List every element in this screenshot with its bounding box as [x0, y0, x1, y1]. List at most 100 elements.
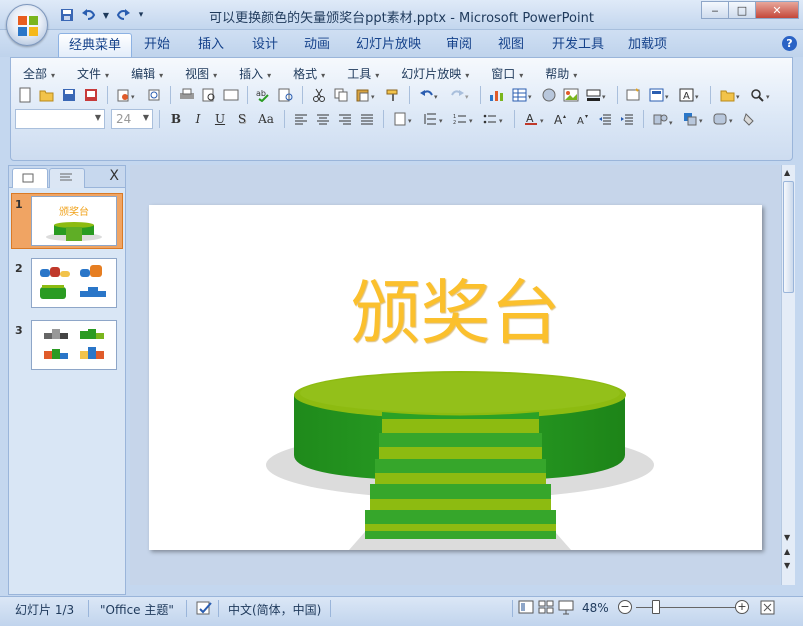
slide-thumbnail-2[interactable]: [31, 258, 117, 308]
open-icon[interactable]: [37, 85, 57, 105]
preview-icon[interactable]: [199, 85, 219, 105]
bold-button[interactable]: B: [166, 112, 186, 126]
normal-view-icon[interactable]: [518, 600, 534, 616]
grow-font-icon[interactable]: A ▴: [551, 109, 571, 129]
font-name-combo[interactable]: ▼: [15, 109, 105, 129]
tab-insert[interactable]: 插入: [188, 33, 234, 57]
chart-icon[interactable]: [487, 85, 507, 105]
zoom-in-icon[interactable]: +: [735, 600, 749, 614]
layout-icon[interactable]: [221, 85, 241, 105]
underline-button[interactable]: U: [210, 112, 230, 126]
scroll-down-icon[interactable]: ▼: [784, 533, 790, 542]
slide-thumbnail-1[interactable]: 颁奖台: [31, 196, 117, 246]
justify-icon[interactable]: [357, 109, 377, 129]
new-slide-icon[interactable]: [624, 85, 644, 105]
align-right-icon[interactable]: [335, 109, 355, 129]
office-button[interactable]: [6, 4, 48, 46]
tab-classic-menu[interactable]: 经典菜单: [58, 33, 133, 57]
menu-tools[interactable]: 工具 ▾: [339, 63, 387, 84]
cut-icon[interactable]: [309, 85, 329, 105]
previous-slide-icon[interactable]: ▲: [784, 547, 790, 556]
theme-name[interactable]: "Office 主题": [100, 601, 174, 618]
paste-icon[interactable]: ▾: [353, 85, 381, 105]
change-case-button[interactable]: Aa: [254, 112, 278, 126]
open-folder-icon[interactable]: ▾: [717, 85, 745, 105]
shrink-font-icon[interactable]: A ▾: [573, 109, 593, 129]
attach-icon[interactable]: [144, 85, 164, 105]
tab-view[interactable]: 视图: [488, 33, 534, 57]
menu-file[interactable]: 文件 ▾: [69, 63, 117, 84]
menu-all[interactable]: 全部 ▾: [15, 63, 63, 84]
scrollbar-thumb[interactable]: [783, 181, 794, 293]
textbox-icon[interactable]: A ▾: [676, 85, 704, 105]
arrange-icon[interactable]: ▾: [680, 109, 708, 129]
menu-slideshow[interactable]: 幻灯片放映 ▾: [393, 63, 477, 84]
align-center-icon[interactable]: [313, 109, 333, 129]
menu-help[interactable]: 帮助 ▾: [537, 63, 585, 84]
format-painter-icon[interactable]: [383, 85, 403, 105]
line-spacing-icon[interactable]: ▾: [420, 109, 448, 129]
font-color-icon[interactable]: A ▾: [521, 109, 549, 129]
table-icon[interactable]: ▾: [509, 85, 537, 105]
zoom-out-icon[interactable]: −: [618, 600, 632, 614]
zoom-level[interactable]: 48%: [582, 601, 609, 615]
redo-toolbar-icon[interactable]: ▾: [446, 85, 474, 105]
tab-review[interactable]: 审阅: [436, 33, 482, 57]
menu-view[interactable]: 视图 ▾: [177, 63, 225, 84]
tab-animation[interactable]: 动画: [294, 33, 340, 57]
fill-color-icon[interactable]: ▾: [583, 85, 611, 105]
menu-edit[interactable]: 编辑 ▾: [123, 63, 171, 84]
menu-format[interactable]: 格式 ▾: [285, 63, 333, 84]
text-direction-icon[interactable]: ▾: [390, 109, 418, 129]
clipart-icon[interactable]: [539, 85, 559, 105]
slide-sorter-icon[interactable]: [538, 600, 554, 616]
slide-layout-icon[interactable]: ▾: [646, 85, 674, 105]
undo-toolbar-icon[interactable]: ▾: [416, 85, 444, 105]
vertical-scrollbar[interactable]: ▲ ▼ ▲ ▼: [781, 165, 795, 585]
bullets-icon[interactable]: ▾: [480, 109, 508, 129]
quick-styles-icon[interactable]: ▾: [710, 109, 738, 129]
decrease-indent-icon[interactable]: [595, 109, 615, 129]
font-size-combo[interactable]: 24 ▼: [111, 109, 153, 129]
slide-canvas[interactable]: 颁奖台: [149, 205, 762, 550]
tab-addins[interactable]: 加载项: [618, 33, 677, 57]
new-icon[interactable]: [15, 85, 35, 105]
print-icon[interactable]: [177, 85, 197, 105]
slide-thumbnail-3[interactable]: [31, 320, 117, 370]
minimize-button[interactable]: ‒: [701, 1, 729, 19]
shapes-icon[interactable]: ▾: [650, 109, 678, 129]
tab-developer[interactable]: 开发工具: [542, 33, 614, 57]
tab-design[interactable]: 设计: [242, 33, 288, 57]
help-icon[interactable]: ?: [782, 36, 797, 51]
maximize-button[interactable]: □: [728, 1, 756, 19]
spelling-icon[interactable]: ab: [254, 85, 274, 105]
align-left-icon[interactable]: [291, 109, 311, 129]
tab-slideshow[interactable]: 幻灯片放映: [346, 33, 431, 57]
menu-insert[interactable]: 插入 ▾: [231, 63, 279, 84]
copy-icon[interactable]: [331, 85, 351, 105]
find-icon[interactable]: ▾: [747, 85, 775, 105]
next-slide-icon[interactable]: ▼: [784, 561, 790, 570]
close-panel-icon[interactable]: X: [109, 168, 119, 184]
scroll-up-icon[interactable]: ▲: [784, 168, 790, 177]
language-indicator[interactable]: 中文(简体，中国): [228, 601, 321, 618]
numbering-icon[interactable]: 1 2 ▾: [450, 109, 478, 129]
shadow-button[interactable]: S: [232, 112, 252, 126]
spell-check-icon[interactable]: [196, 601, 214, 617]
picture-icon[interactable]: [561, 85, 581, 105]
print-preview-icon[interactable]: ▾: [114, 85, 142, 105]
close-button[interactable]: ✕: [755, 1, 799, 19]
increase-indent-icon[interactable]: [617, 109, 637, 129]
podium-graphic[interactable]: [149, 205, 762, 550]
fit-to-window-icon[interactable]: [760, 600, 776, 616]
permission-icon[interactable]: [81, 85, 101, 105]
menu-window[interactable]: 窗口 ▾: [483, 63, 531, 84]
research-icon[interactable]: [276, 85, 296, 105]
zoom-slider-knob[interactable]: [652, 600, 660, 614]
save-toolbar-icon[interactable]: [59, 85, 79, 105]
shape-fill-icon[interactable]: [740, 109, 760, 129]
slideshow-view-icon[interactable]: [558, 600, 574, 616]
slides-tab[interactable]: [12, 168, 48, 188]
tab-home[interactable]: 开始: [134, 33, 180, 57]
outline-tab[interactable]: [49, 168, 85, 188]
